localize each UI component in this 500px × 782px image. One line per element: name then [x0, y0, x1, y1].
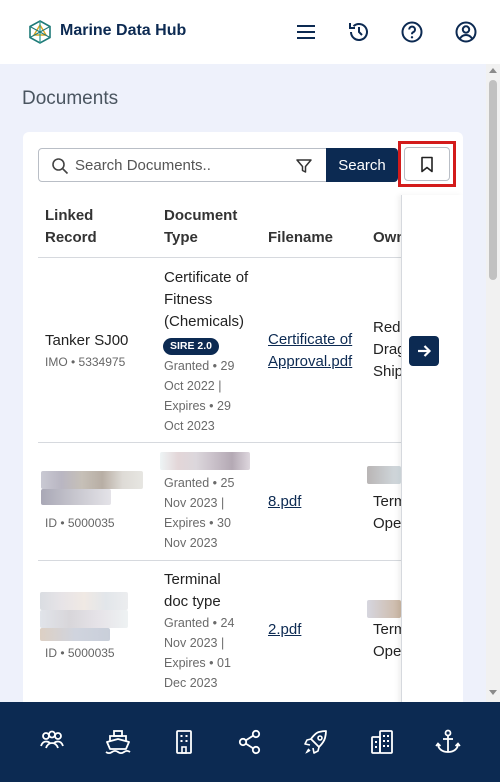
document-type: Terminal doc type [164, 569, 221, 613]
date-line: Nov 2023 | [164, 636, 225, 650]
arrow-right-icon [418, 345, 432, 357]
redacted-owner [367, 466, 401, 484]
rocket-icon[interactable] [302, 728, 330, 756]
date-line: Oct 2023 [164, 419, 215, 433]
owner-line: Drag [373, 341, 401, 358]
menu-icon[interactable] [294, 20, 318, 44]
document-type-line: Fitness [164, 291, 213, 308]
date-line: Expires • 01 [164, 656, 231, 670]
history-icon[interactable] [347, 20, 371, 44]
document-type-line: Certificate of [164, 269, 249, 286]
page-title: Documents [22, 88, 119, 109]
anchor-icon[interactable] [434, 728, 462, 756]
sticky-actions-column [401, 195, 463, 712]
owner-line: Term [373, 493, 401, 510]
search-icon [52, 158, 69, 175]
search-input[interactable] [75, 150, 285, 180]
open-record-button[interactable] [409, 336, 439, 366]
col-header-filename[interactable]: Filename [268, 227, 333, 249]
col-header-linked-record[interactable]: Linked Record [45, 205, 97, 249]
owner-name: Term Ope [373, 491, 401, 535]
owner-line: Ship [373, 363, 401, 380]
document-type: Certificate of Fitness (Chemicals) [164, 267, 248, 333]
document-dates: Granted • 25 Nov 2023 | Expires • 30 Nov… [164, 473, 256, 553]
hex-logo-icon[interactable] [28, 20, 52, 44]
people-icon[interactable] [38, 728, 66, 756]
bookmark-icon [421, 156, 433, 173]
page-scrollbar[interactable] [486, 64, 500, 702]
search-button[interactable]: Search [326, 148, 398, 182]
owner-line: Ope [373, 515, 401, 532]
brand-name[interactable]: Marine Data Hub [60, 22, 186, 40]
filter-icon[interactable] [295, 157, 313, 175]
share-icon[interactable] [236, 728, 264, 756]
col-header-document-type[interactable]: Document Type [164, 205, 237, 249]
filename-link[interactable]: 2.pdf [268, 619, 301, 641]
scroll-up-arrow-icon[interactable] [489, 68, 497, 73]
search-bar: Search [38, 148, 398, 182]
col-header-text: Type [164, 229, 198, 246]
office-buildings-icon[interactable] [368, 728, 396, 756]
date-line: Granted • 29 [164, 359, 235, 373]
date-line: Expires • 30 [164, 516, 231, 530]
record-id: IMO • 5334975 [45, 355, 126, 369]
row-divider [38, 560, 448, 561]
col-header-text: Document [164, 207, 238, 224]
owner-line: Term [373, 621, 401, 638]
owner-name: Term Ope [373, 619, 401, 663]
filename-link[interactable]: 8.pdf [268, 491, 301, 513]
sire-badge: SIRE 2.0 [163, 338, 220, 355]
documents-card: Search Linked Record Document Type Filen… [23, 132, 463, 712]
date-line: Dec 2023 [164, 676, 218, 690]
date-line: Granted • 25 [164, 476, 235, 490]
date-line: Nov 2023 [164, 536, 218, 550]
owner-line: Ope [373, 643, 401, 660]
document-type-line: (Chemicals) [164, 313, 245, 330]
app-header: Marine Data Hub [0, 0, 500, 64]
bottom-navigation [0, 702, 500, 782]
header-divider [38, 257, 448, 258]
bookmark-button[interactable] [404, 147, 450, 181]
document-dates: Granted • 24 Nov 2023 | Expires • 01 Dec… [164, 613, 256, 693]
redacted-document-type [160, 452, 250, 470]
filename-line[interactable]: Approval.pdf [268, 351, 352, 373]
owner-line: Red [373, 319, 401, 336]
ship-icon[interactable] [104, 728, 132, 756]
record-id: ID • 5000035 [45, 516, 115, 530]
record-id: ID • 5000035 [45, 646, 115, 660]
document-type-line: doc type [164, 593, 221, 610]
building-icon[interactable] [170, 728, 198, 756]
col-header-text: Record [45, 229, 97, 246]
date-line: Oct 2022 | [164, 379, 222, 393]
redacted-owner [367, 600, 401, 618]
date-line: Nov 2023 | [164, 496, 225, 510]
date-line: Expires • 29 [164, 399, 231, 413]
document-type-line: Terminal [164, 571, 221, 588]
filename-line[interactable]: Certificate of [268, 329, 352, 351]
owner-name: Red Drag Ship [373, 317, 401, 383]
record-name: Tanker SJ00 [45, 332, 129, 349]
document-dates: Granted • 29 Oct 2022 | Expires • 29 Oct… [164, 356, 256, 436]
help-icon[interactable] [400, 20, 424, 44]
date-line: Granted • 24 [164, 616, 235, 630]
row-divider [38, 442, 448, 443]
col-header-text: Linked [45, 207, 94, 224]
account-icon[interactable] [454, 20, 478, 44]
filename-link[interactable]: Certificate of Approval.pdf [268, 329, 352, 373]
scroll-thumb[interactable] [489, 80, 497, 280]
scroll-down-arrow-icon[interactable] [489, 690, 497, 695]
